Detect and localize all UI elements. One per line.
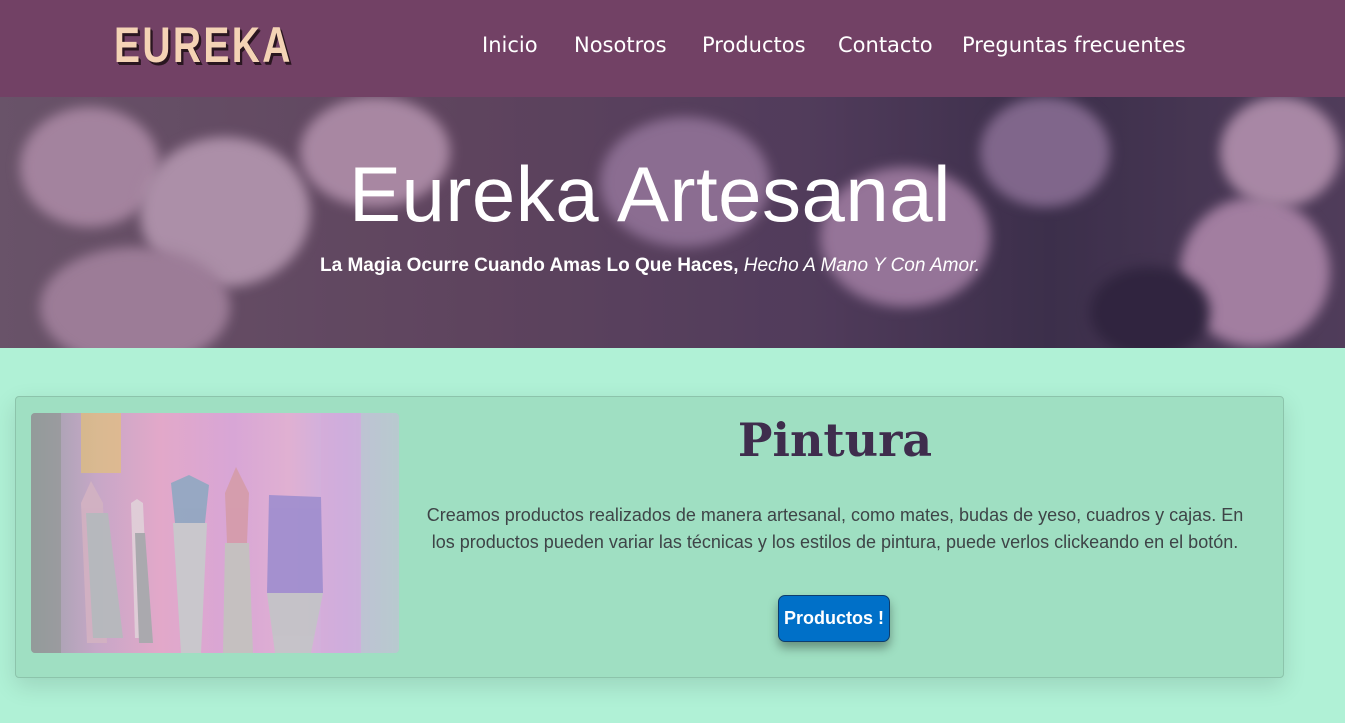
paint-brushes-icon [31,413,399,653]
nav-item-productos[interactable]: Productos [702,33,806,57]
nav-item-nosotros[interactable]: Nosotros [574,33,667,57]
nav-item-preguntas-frecuentes[interactable]: Preguntas frecuentes [962,33,1186,57]
card-title: Pintura [737,413,933,467]
hero-title: Eureka Artesanal [348,150,952,238]
card-description: Creamos productos realizados de manera a… [426,505,1244,552]
hero-subtitle-emphasis: Hecho A Mano Y Con Amor. [743,255,980,276]
productos-button[interactable]: Productos ! [778,595,890,642]
nav-item-contacto[interactable]: Contacto [838,33,933,57]
logo[interactable]: EUREKA [114,16,293,74]
navbar: EUREKA Inicio Nosotros Productos Contact… [0,0,1345,97]
hero-banner: Eureka Artesanal La Magia Ocurre Cuando … [0,97,1345,348]
hero-subtitle: La Magia Ocurre Cuando Amas Lo Que Haces… [0,255,1300,277]
nav-item-inicio[interactable]: Inicio [482,33,538,57]
hero-subtitle-strong: La Magia Ocurre Cuando Amas Lo Que Haces… [320,255,739,276]
product-card: Pintura Creamos productos realizados de … [15,396,1284,678]
paint-brushes-image [31,413,399,653]
